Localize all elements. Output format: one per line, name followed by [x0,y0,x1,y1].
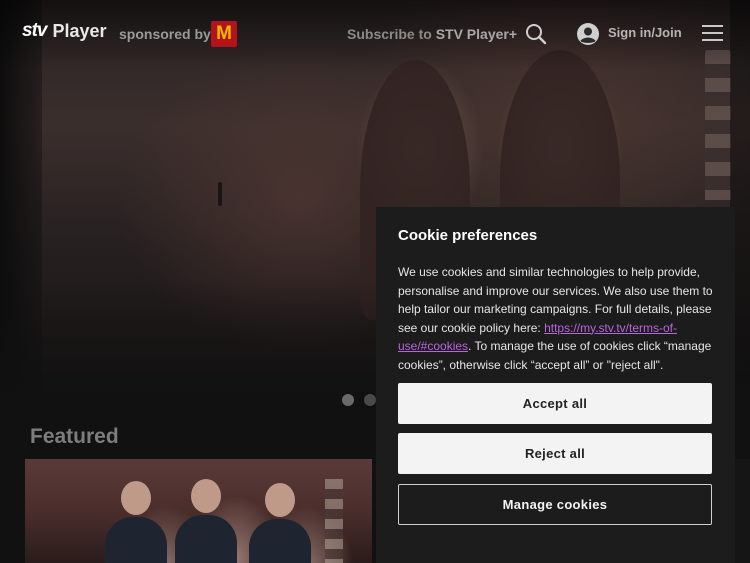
card-person-head [265,483,295,517]
carousel-dot[interactable] [364,394,376,406]
stv-player-logo[interactable]: stv Player [22,20,107,42]
card-person-head [121,481,151,515]
carousel-dot[interactable] [342,394,354,406]
subscribe-link[interactable]: Subscribe to STV Player+ [347,26,517,42]
card-person-body [249,519,311,563]
hero-distant-figure [218,182,222,206]
search-icon[interactable] [524,22,548,46]
card-person-body [175,515,237,563]
subscribe-product: STV Player+ [435,26,518,42]
hero-lighthouse [705,50,731,200]
sponsor-logo[interactable]: M [211,21,237,47]
card-person-body [105,517,167,563]
top-navigation: stv Player sponsored by M Subscribe to S… [0,0,750,70]
sponsored-by-label: sponsored by [119,26,211,42]
sign-in-button[interactable]: Sign in/Join [576,22,682,46]
card-lighthouse [325,479,343,563]
user-icon [576,22,600,46]
accept-all-button[interactable]: Accept all [398,383,712,424]
sign-in-label: Sign in/Join [608,24,682,40]
subscribe-prefix: Subscribe to [347,26,432,42]
logo-player-text: Player [52,20,107,41]
featured-card[interactable] [25,459,372,563]
cookie-preferences-dialog: Cookie preferences We use cookies and si… [376,207,735,563]
cookie-dialog-title: Cookie preferences [398,227,538,244]
manage-cookies-button[interactable]: Manage cookies [398,484,712,525]
hamburger-icon[interactable] [702,25,723,42]
featured-heading: Featured [30,425,119,448]
logo-stv-text: stv [22,20,47,41]
cookie-description: We use cookies and similar technologies … [398,263,713,374]
carousel-pagination [342,394,376,406]
card-person-head [191,479,221,513]
reject-all-button[interactable]: Reject all [398,433,712,474]
